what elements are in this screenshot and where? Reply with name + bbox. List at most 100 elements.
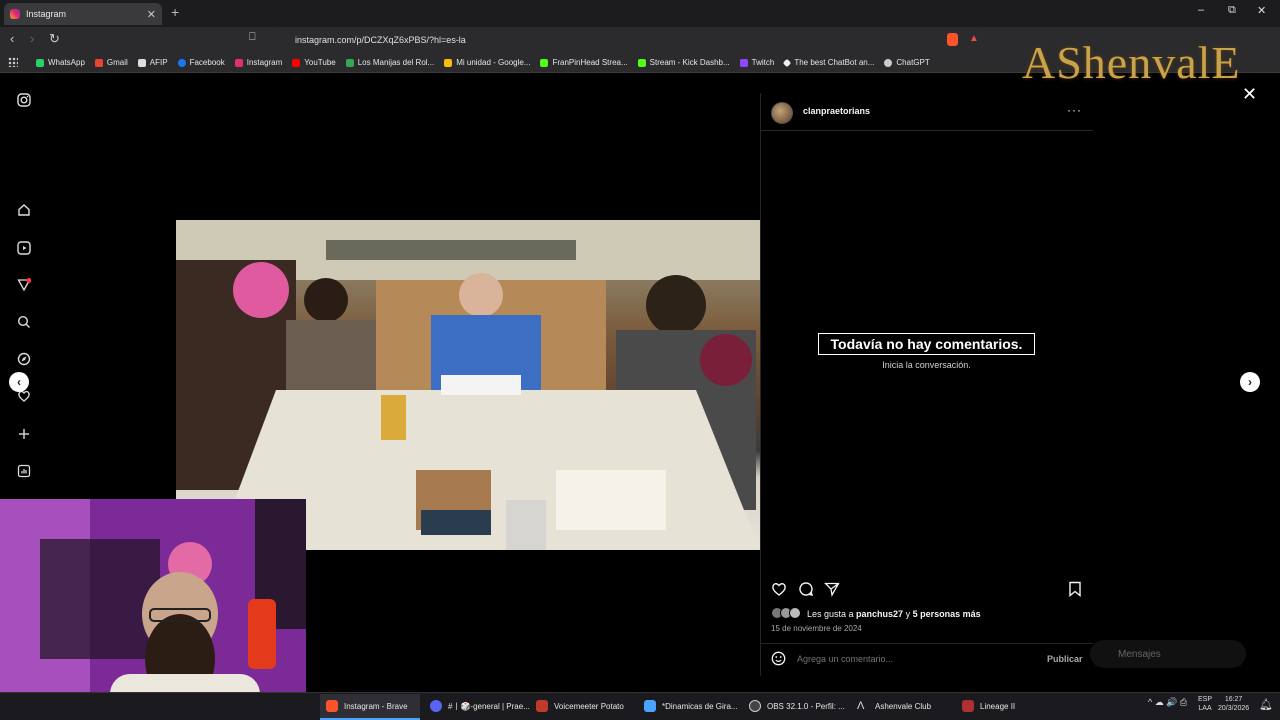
brave-rewards-icon[interactable]: ▲	[969, 33, 979, 44]
save-icon[interactable]	[1068, 581, 1082, 602]
reload-icon[interactable]: ↻	[49, 31, 60, 47]
liker-avatar[interactable]	[789, 607, 801, 619]
bookmark-kick-dashboard[interactable]: Stream - Kick Dashb...	[637, 58, 730, 67]
back-icon[interactable]: ‹	[10, 31, 14, 46]
taskbar-item-obs[interactable]: OBS 32.1.0 - Perfil: ...	[749, 698, 845, 714]
webcam-illustration	[0, 499, 306, 720]
system-tray-icons[interactable]: ^ ☁ 🔊 ⎙	[1148, 697, 1187, 708]
obs-icon	[749, 700, 761, 712]
tab-close-icon[interactable]: ✕	[147, 8, 156, 21]
post-date: 15 de noviembre de 2024	[771, 624, 862, 633]
keyboard-layout: LAA	[1198, 705, 1212, 712]
previous-post-button[interactable]: ‹	[9, 372, 29, 392]
like-icon[interactable]	[771, 581, 787, 602]
comment-icon[interactable]	[798, 581, 814, 602]
notification-bell-icon[interactable]: 🔔︎	[1259, 698, 1273, 711]
bookmark-google-drive[interactable]: Mi unidad - Google...	[444, 58, 530, 67]
gmail-icon	[94, 58, 103, 67]
voicemeeter-icon	[536, 700, 548, 712]
brave-shields-icon[interactable]	[947, 33, 958, 46]
home-icon[interactable]	[16, 202, 32, 218]
messages-label: Mensajes	[1118, 648, 1161, 660]
twitch-icon	[739, 58, 748, 67]
clock-time: 16:27	[1224, 696, 1243, 703]
bookmark-chatbot[interactable]: The best ChatBot an...	[783, 58, 874, 67]
instagram-icon	[234, 58, 243, 67]
create-icon[interactable]	[16, 426, 32, 442]
likes-prefix: Les gusta a	[807, 609, 857, 619]
browser-tab-instagram[interactable]: Instagram ✕	[4, 3, 162, 25]
share-icon[interactable]	[823, 581, 840, 602]
bookmark-gmail[interactable]: Gmail	[94, 58, 128, 67]
search-icon[interactable]	[16, 314, 32, 330]
close-icon[interactable]: ✕	[1242, 84, 1257, 105]
bookmark-whatsapp[interactable]: WhatsApp	[36, 58, 85, 67]
forward-icon[interactable]: ›	[30, 31, 34, 46]
taskbar-item-notepad[interactable]: *Dinamicas de Gira...	[644, 698, 738, 714]
empty-comments-subtitle: Inicia la conversación.	[882, 360, 971, 370]
close-window-button[interactable]: ✕	[1257, 4, 1266, 17]
bookmark-los-manijas[interactable]: Los Manijas del Rol...	[345, 58, 434, 67]
browser-tab-bar	[0, 0, 1280, 27]
ashenvale-logo: AShenvalE	[1022, 37, 1241, 88]
kick-icon	[637, 58, 646, 67]
explore-icon[interactable]	[16, 351, 32, 367]
bookmark-afip[interactable]: AFIP	[137, 58, 168, 67]
bookmark-instagram[interactable]: Instagram	[234, 58, 282, 67]
comment-input[interactable]	[797, 654, 1037, 664]
bookmark-youtube[interactable]: YouTube	[292, 58, 336, 67]
likes-summary[interactable]: Les gusta a panchus27 y 5 personas más	[807, 609, 981, 619]
url-field[interactable]: instagram.com/p/DCZXqZ6xPBS/?hl=es-la	[268, 31, 988, 49]
dashboard-icon[interactable]	[16, 463, 32, 479]
youtube-icon	[292, 58, 301, 67]
reels-icon[interactable]	[16, 240, 32, 256]
taskbar-item-lineage[interactable]: Lineage II	[962, 698, 1015, 714]
direct-icon[interactable]	[16, 277, 32, 293]
post-username[interactable]: clanpraetorians	[803, 106, 870, 116]
ashenvale-club-icon: Λ	[857, 700, 865, 712]
bookmark-page-icon[interactable]: ⎕	[249, 31, 256, 44]
instagram-icon[interactable]	[16, 92, 32, 108]
language-indicator[interactable]: ESP LAA	[1198, 695, 1212, 713]
publish-button[interactable]: Publicar	[1047, 654, 1083, 664]
clock-date: 20/3/2026	[1218, 705, 1250, 712]
avatar[interactable]	[771, 102, 793, 124]
more-options-icon[interactable]: ···	[1067, 103, 1082, 117]
messages-button[interactable]: Mensajes	[1090, 640, 1246, 668]
taskbar-item-ashenvale-club[interactable]: Λ Ashenvale Club	[857, 698, 931, 714]
facebook-icon	[177, 58, 186, 67]
notepad-icon	[644, 700, 656, 712]
instagram-favicon-icon	[10, 9, 20, 19]
taskbar-item-discord[interactable]: #⁠丨🎲-general | Prae...	[430, 698, 530, 714]
chatgpt-icon	[884, 58, 893, 67]
taskbar-clock[interactable]: 16:27 20/3/2026	[1218, 695, 1249, 713]
bookmark-kick-stream[interactable]: FranPinHead Strea...	[540, 58, 628, 67]
bookmark-facebook[interactable]: Facebook	[177, 58, 225, 67]
sheets-icon	[345, 58, 354, 67]
apps-grid-icon[interactable]	[8, 57, 18, 67]
new-tab-button[interactable]: +	[171, 4, 179, 20]
bookmark-chatgpt[interactable]: ChatGPT	[884, 58, 930, 67]
likes-user-link[interactable]: panchus27	[856, 609, 903, 619]
webcam-overlay	[0, 499, 306, 720]
minimize-button[interactable]: –	[1198, 4, 1204, 16]
likes-mid: y	[903, 609, 913, 619]
language-code: ESP	[1198, 696, 1213, 703]
post-media-letterbox	[176, 93, 760, 220]
bookmark-twitch[interactable]: Twitch	[739, 58, 774, 67]
taskbar-item-voicemeeter[interactable]: Voicemeeter Potato	[536, 698, 624, 714]
empty-comments-title: Todavía no hay comentarios.	[818, 333, 1035, 355]
windows-taskbar	[0, 692, 1280, 720]
taskbar-item-brave[interactable]: Instagram - Brave	[326, 698, 408, 714]
next-post-button[interactable]: ›	[1240, 372, 1260, 392]
google-drive-icon	[444, 58, 453, 67]
discord-icon	[430, 700, 442, 712]
chatbot-icon	[783, 58, 792, 67]
maximize-button[interactable]: ⧉	[1228, 4, 1236, 17]
lineage-icon	[962, 700, 974, 712]
kick-icon	[540, 58, 549, 67]
whatsapp-icon	[36, 58, 44, 67]
afip-icon	[137, 58, 146, 67]
likes-others-link[interactable]: 5 personas más	[913, 609, 981, 619]
emoji-icon[interactable]	[771, 651, 786, 669]
